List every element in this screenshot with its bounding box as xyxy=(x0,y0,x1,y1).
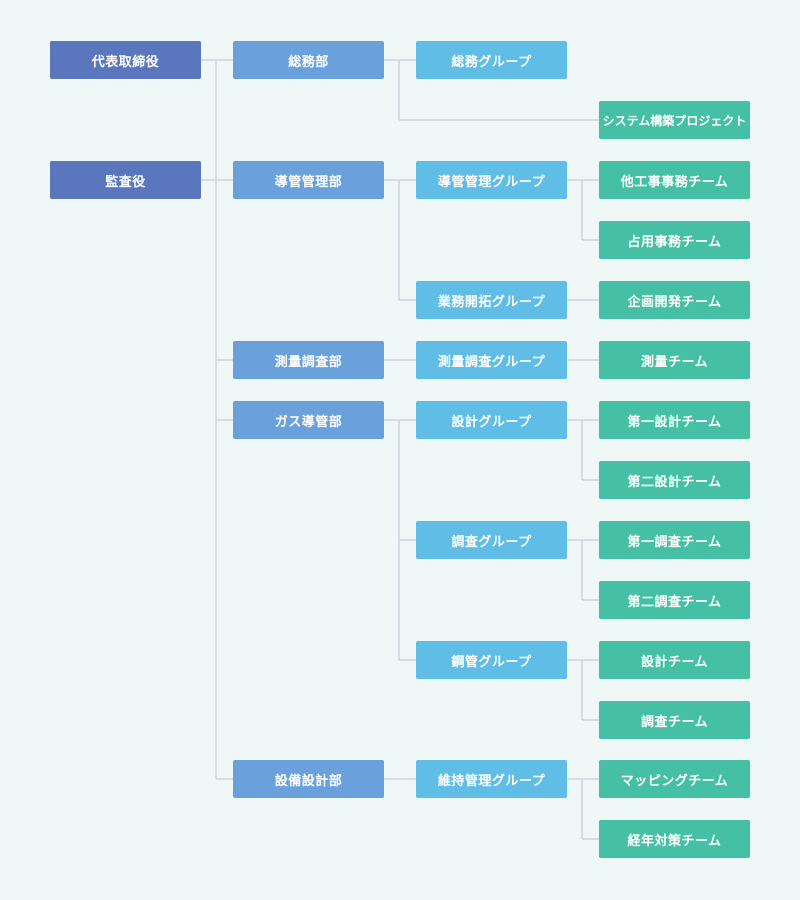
node-steel-pipe-group: 鋼管グループ xyxy=(416,641,567,679)
node-investigation-group: 調査グループ xyxy=(416,521,567,559)
node-mapping-team: マッピングチーム xyxy=(599,760,750,798)
node-investigation-team: 調査チーム xyxy=(599,701,750,739)
node-system-project: システム構築プロジェクト xyxy=(599,101,750,139)
node-conduit-management-group: 導管管理グループ xyxy=(416,161,567,199)
node-survey-team: 測量チーム xyxy=(599,341,750,379)
node-facility-design-dept: 設備設計部 xyxy=(233,760,384,798)
node-business-development-group: 業務開拓グループ xyxy=(416,281,567,319)
node-investigation-team-2: 第二調査チーム xyxy=(599,581,750,619)
node-design-team-2: 第二設計チーム xyxy=(599,461,750,499)
node-survey-group: 測量調査グループ xyxy=(416,341,567,379)
node-president: 代表取締役 xyxy=(50,41,201,79)
node-survey-dept: 測量調査部 xyxy=(233,341,384,379)
node-design-team-1: 第一設計チーム xyxy=(599,401,750,439)
node-design-group: 設計グループ xyxy=(416,401,567,439)
node-gas-conduit-dept: ガス導管部 xyxy=(233,401,384,439)
node-budget-team: 経年対策チーム xyxy=(599,820,750,858)
node-planning-team: 企画開発チーム xyxy=(599,281,750,319)
node-occupancy-team: 占用事務チーム xyxy=(599,221,750,259)
node-general-affairs-group: 総務グループ xyxy=(416,41,567,79)
node-investigation-team-1: 第一調査チーム xyxy=(599,521,750,559)
node-other-works-team: 他工事事務チーム xyxy=(599,161,750,199)
node-auditor: 監査役 xyxy=(50,161,201,199)
node-maintenance-group: 維持管理グループ xyxy=(416,760,567,798)
node-design-team: 設計チーム xyxy=(599,641,750,679)
node-general-affairs-dept: 総務部 xyxy=(233,41,384,79)
node-conduit-management-dept: 導管管理部 xyxy=(233,161,384,199)
